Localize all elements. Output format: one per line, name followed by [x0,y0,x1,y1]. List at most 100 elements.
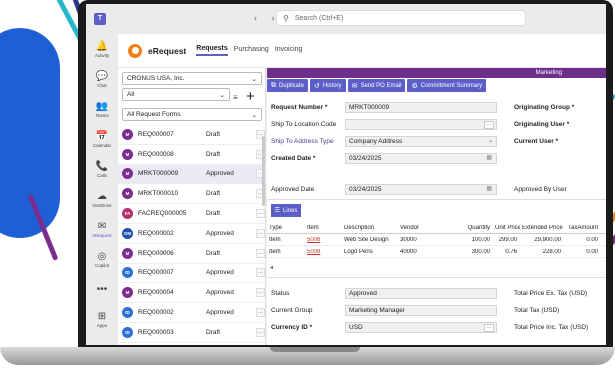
currency-field[interactable]: USD... [345,322,497,333]
column-header[interactable]: TaxAmount [564,225,601,231]
list-item[interactable]: M REQ000008 Draft… [118,145,266,165]
history-button[interactable]: ↺ History [310,79,346,92]
rail-item-label: Activity [94,52,110,58]
tab-requests[interactable]: Requests [196,45,228,56]
commitment-summary-button[interactable]: ⚙ Commitment Summary [407,79,487,92]
lines-button[interactable]: ☰ Lines [271,204,301,217]
table-cell: Item [269,236,281,243]
group-banner: Marketing [267,68,606,78]
column-header[interactable]: Item [305,225,342,231]
status-badge: Approved [206,229,234,237]
rail-item-copilot[interactable]: ◎ Copilot [86,244,118,274]
rail-item-onedrive[interactable]: ☁ OneDrive [86,184,118,214]
filter-icon[interactable]: ≡ [233,93,238,102]
rail-item-erequest[interactable]: ✉ eRequest [86,214,118,244]
more-options-button[interactable]: … [256,209,265,219]
copilot-icon: ◎ [97,250,107,262]
rail-item-activity[interactable]: 🔔 Activity [86,34,118,64]
list-item[interactable]: M REQ000004 Approved… [118,283,266,304]
mail-icon: ✉ [351,82,358,90]
calendar-icon[interactable]: ▦ [486,154,492,163]
lookup-button[interactable]: ... [484,121,494,129]
table-row[interactable]: Item 5006 Web Site Design 30000 100.00 299.00… [267,234,606,246]
list-item[interactable]: ID REQ000002 Approved… [118,303,266,323]
list-scrollbar[interactable] [262,136,265,206]
item-link[interactable]: 5008 [305,249,342,255]
currency-value: USD [349,324,363,331]
rail-item-more[interactable]: ••• [86,274,118,304]
status-field: Approved [345,288,497,299]
duplicate-button[interactable]: ⧉ Duplicate [267,79,309,92]
activity-icon: 🔔 [95,40,109,52]
form-filter-value: All Request Forms [127,111,181,118]
column-header[interactable]: Type [267,225,305,231]
list-item[interactable]: M REQ000006 Draft… [118,244,266,264]
scroll-left-icon[interactable]: ◂ [270,264,273,271]
status-badge: Approved [206,309,234,317]
list-item[interactable]: OM REQ000002 Approved… [118,224,266,244]
request-number-field[interactable]: MRKT000009 [345,102,497,113]
rail-item-apps[interactable]: ⊞ Apps [86,304,118,334]
teams-icon: 👥 [95,100,109,112]
lookup-button[interactable]: ... [484,324,494,332]
more-options-button[interactable]: … [256,268,265,278]
request-id: REQ000008 [138,150,174,158]
status-badge: Draft [206,328,221,336]
calendar-icon[interactable]: ▦ [486,185,492,194]
item-link-text[interactable]: 5008 [307,249,320,255]
more-options-button[interactable]: … [256,308,265,318]
history-icon: ↺ [314,82,320,90]
request-id: REQ000003 [138,328,174,336]
list-item[interactable]: ID REQ000007 Approved… [118,264,266,284]
column-header[interactable]: Unit Price [493,225,520,231]
item-link[interactable]: 5006 [305,237,342,243]
list-item[interactable]: ID REQ000003 Draft… [118,323,266,343]
list-item[interactable]: M REQ000007 Draft… [118,125,266,145]
company-select[interactable]: CRONUS USA, Inc. ⌄ [122,72,262,85]
table-row[interactable]: Item 5008 Logo Pens 40000 300.00 0.76 228.00 0.… [267,246,606,258]
current-group-value: Marketing Manager [349,307,405,314]
rail-item-label: Teams [95,112,109,118]
status-badge: Approved [206,269,234,277]
more-options-button[interactable]: … [256,288,265,298]
column-header[interactable]: Vendor [398,225,451,231]
more-options-button[interactable]: … [256,248,265,258]
add-request-button[interactable]: + [246,88,255,105]
item-link-text[interactable]: 5006 [307,237,320,243]
list-item[interactable]: M MRKT000010 Draft… [118,184,266,205]
approved-date-field[interactable]: 03/24/2025 ▦ [345,184,497,195]
search-input[interactable]: ⚲ Search (Ctrl+E) [276,10,526,26]
column-header[interactable]: Quantity [451,225,493,231]
more-options-button[interactable]: … [256,228,265,238]
app-name: eRequest [148,45,187,56]
request-id: REQ000004 [138,289,174,297]
tab-purchasing[interactable]: Purchasing [234,46,269,55]
list-item[interactable]: M MRKT000009 Approved… [118,164,266,185]
send-po-email-button[interactable]: ✉ Send PO Email [347,79,406,92]
tab-invoicing[interactable]: Invoicing [275,46,303,55]
ship-to-address-type-select[interactable]: Company Address ⌄ [345,136,497,147]
column-header[interactable]: Description [342,225,398,231]
more-options-button[interactable]: … [256,327,265,337]
list-item[interactable]: FA FACREQ000005 Draft… [118,204,266,224]
form-filter-select[interactable]: All Request Forms ⌄ [122,108,262,121]
table-cell: Item [269,248,281,255]
rail-item-teams[interactable]: 👥 Teams [86,94,118,124]
ship-to-address-type-label[interactable]: Ship To Address Type [271,138,334,145]
divider [267,277,606,278]
rail-item-chat[interactable]: 💬 Chat [86,64,118,94]
app-rail: 🔔 Activity 💬 Chat 👥 Teams 📅 Calendar 📞 Calls ☁ OneD… [86,34,118,345]
filter-select[interactable]: All ⌄ [122,88,230,101]
status-badge: Approved [206,170,234,178]
status-badge: Draft [206,210,221,218]
status-badge: Draft [206,249,221,257]
avatar: M [122,287,133,299]
rail-item-calls[interactable]: 📞 Calls [86,154,118,184]
approved-by-label: Approved By User [514,186,567,193]
avatar: M [122,168,133,180]
rail-item-calendar[interactable]: 📅 Calendar [86,124,118,154]
ship-to-location-field[interactable]: ... [345,119,497,130]
table-cell: 30000 [400,236,417,243]
created-date-field[interactable]: 03/24/2025 ▦ [345,153,497,164]
column-header[interactable]: Extended Price [520,225,564,231]
